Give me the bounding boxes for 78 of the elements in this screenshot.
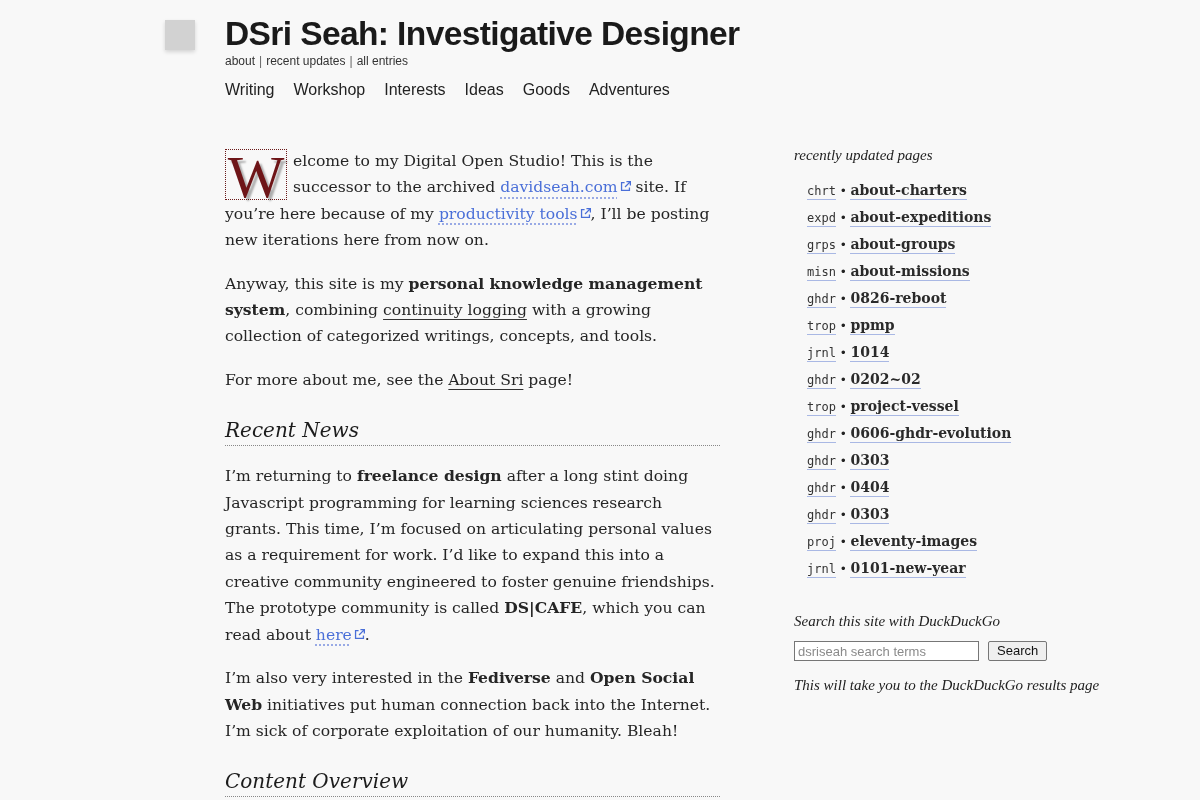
bullet-separator: •: [840, 425, 846, 443]
bullet-separator: •: [840, 317, 846, 335]
search-note: This will take you to the DuckDuckGo results page: [794, 676, 1101, 695]
logo-square[interactable]: [165, 20, 195, 50]
category-tag-link[interactable]: grps: [807, 237, 836, 254]
bullet-separator: •: [840, 479, 846, 497]
paragraph: I’m also very interested in the Fediverse and Open Social Web initiatives put human connection back into the Internet. I’m sick of corporate exploitation of our humanity. Bleah!: [225, 667, 712, 742]
bullet-separator: •: [840, 398, 846, 416]
category-tag-link[interactable]: misn: [807, 264, 836, 281]
category-tag-link[interactable]: ghdr: [807, 480, 836, 497]
external-link-icon: [353, 628, 365, 640]
paragraph: I’m returning to freelance design after a long stint doing Javascript programming for learning sciences research grants. This time, I’m focused on articulating personal values as a requirement for work. I’d like to expand this into a creative community engineered to foster genuine friendships. The prototype community is called DS|CAFE, which you can read about here .: [225, 465, 716, 646]
external-link[interactable]: davidseah.com: [500, 178, 631, 197]
page-link[interactable]: about-groups: [850, 235, 956, 254]
bullet-separator: •: [840, 182, 846, 200]
search-label: Search this site with DuckDuckGo: [794, 612, 1002, 631]
paragraph: For more about me, see the About Sri page!: [225, 369, 575, 391]
category-tag-link[interactable]: trop: [807, 318, 836, 335]
category-tag-link[interactable]: trop: [807, 399, 836, 416]
nav-link[interactable]: Adventures: [588, 80, 670, 100]
page-link[interactable]: ppmp: [850, 316, 895, 335]
external-link-icon: [579, 207, 591, 219]
page-link[interactable]: 0303: [850, 505, 890, 524]
section-heading: Content Overview: [225, 769, 720, 798]
page-link[interactable]: 0404: [850, 478, 890, 497]
sidebar-heading: recently updated pages: [794, 146, 934, 165]
text-link[interactable]: About Sri: [448, 370, 524, 389]
category-tag-link[interactable]: jrnl: [807, 345, 836, 362]
pipe-separator: |: [259, 54, 263, 68]
page-link[interactable]: project-vessel: [850, 397, 959, 416]
page-link[interactable]: about-expeditions: [850, 208, 992, 227]
bullet-separator: •: [840, 452, 846, 470]
section-heading: Recent News: [225, 418, 720, 447]
category-tag-link[interactable]: expd: [807, 210, 836, 227]
page-link[interactable]: about-missions: [850, 262, 970, 281]
header-link[interactable]: about: [225, 54, 256, 68]
category-tag-link[interactable]: chrt: [807, 183, 836, 200]
text-link[interactable]: continuity logging: [383, 301, 527, 320]
bullet-separator: •: [840, 263, 846, 281]
category-tag-link[interactable]: ghdr: [807, 426, 836, 443]
category-tag-link[interactable]: ghdr: [807, 507, 836, 524]
bullet-separator: •: [840, 209, 846, 227]
page-link[interactable]: 0826-reboot: [850, 289, 947, 308]
page-link[interactable]: 0101-new-year: [850, 559, 966, 578]
category-tag-link[interactable]: jrnl: [807, 561, 836, 578]
page-link[interactable]: 0202~02: [850, 370, 921, 389]
nav-link[interactable]: Workshop: [293, 80, 366, 100]
search-button[interactable]: Search: [988, 641, 1048, 661]
pipe-separator: |: [349, 54, 353, 68]
bullet-separator: •: [840, 506, 846, 524]
external-link[interactable]: here: [315, 625, 365, 644]
page-link[interactable]: 0606-ghdr-evolution: [850, 424, 1012, 443]
page-link[interactable]: eleventy-images: [850, 532, 977, 551]
page-link[interactable]: 0303: [850, 451, 890, 470]
nav-link[interactable]: Ideas: [464, 80, 504, 100]
category-tag-link[interactable]: ghdr: [807, 372, 836, 389]
header-link[interactable]: all entries: [356, 54, 409, 68]
search-field[interactable]: dsriseah search terms: [794, 641, 979, 661]
site-title: DSri Seah: Investigative Designer: [225, 14, 740, 54]
bullet-separator: •: [840, 344, 846, 362]
page-link[interactable]: about-charters: [850, 181, 967, 200]
bullet-separator: •: [840, 560, 846, 578]
external-link-icon: [619, 181, 631, 193]
bullet-separator: •: [840, 290, 846, 308]
nav-link[interactable]: Goods: [522, 80, 570, 100]
nav-link[interactable]: Interests: [384, 80, 446, 100]
category-tag-link[interactable]: ghdr: [807, 291, 836, 308]
category-tag-link[interactable]: ghdr: [807, 453, 836, 470]
page-link[interactable]: 1014: [850, 343, 890, 362]
category-tag-link[interactable]: proj: [807, 534, 836, 551]
drop-cap: W: [225, 149, 287, 200]
bullet-separator: •: [840, 236, 846, 254]
paragraph: Anyway, this site is my personal knowledge management system, combining continuity logging with a growing collection of categorized writings, concepts, and tools.: [225, 272, 704, 348]
bullet-separator: •: [840, 533, 846, 551]
external-link[interactable]: productivity tools: [438, 204, 591, 223]
header-link[interactable]: recent updates: [266, 54, 346, 68]
bullet-separator: •: [840, 371, 846, 389]
nav-link[interactable]: Writing: [225, 80, 275, 100]
